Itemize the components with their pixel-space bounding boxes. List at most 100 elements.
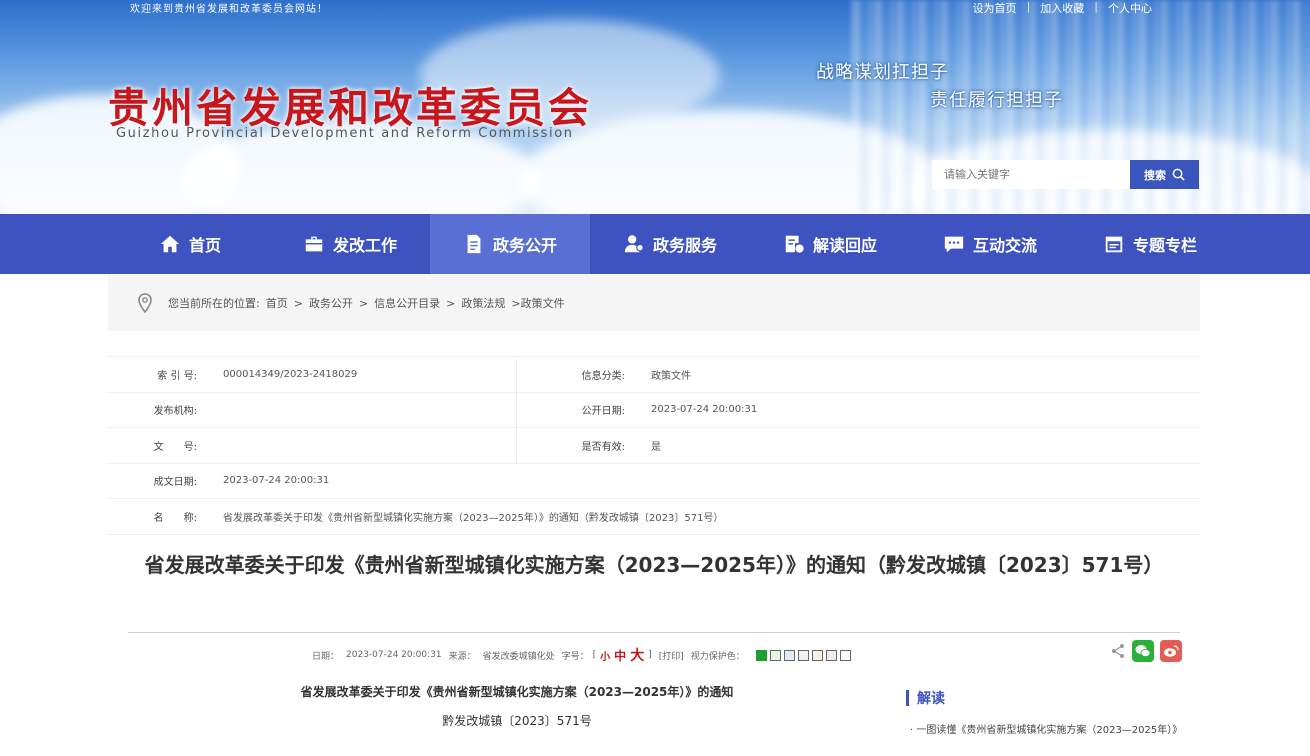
source-label: 来源： [448, 651, 476, 662]
document-meta-table: 索 引 号: 000014349/2023-2418029 信息分类: 政策文件… [108, 356, 1200, 535]
meta-row: 索 引 号: 000014349/2023-2418029 信息分类: 政策文件 [108, 357, 1200, 393]
eye-care-color-option[interactable] [783, 649, 795, 661]
meta-value-open-date: 2023-07-24 20:00:31 [651, 404, 758, 416]
meta-row: 名 称: 省发展改革委关于印发《贵州省新型城镇化实施方案（2023—2025年）… [108, 499, 1200, 535]
meta-value-valid: 是 [651, 441, 661, 453]
breadcrumb: 您当前所在的位置: 首页 > 政务公开 > 信息公开目录 > 政策法规 >政策文… [108, 275, 1200, 331]
nav-item-label: 首页 [188, 236, 221, 255]
meta-value-doc-no [223, 428, 516, 463]
site-title[interactable]: 贵州省发展和改革委员会 [108, 74, 592, 134]
nav-item-interaction[interactable]: 互动交流 [910, 214, 1070, 274]
slogan-line-2: 责任履行担担子 [930, 90, 1063, 111]
nav-item-label: 互动交流 [972, 236, 1037, 255]
eye-care-color-option[interactable] [797, 649, 809, 661]
article-info-bar: 日期： 2023-07-24 20:00:31 来源： 省发改委城镇化处 字号：… [312, 645, 851, 665]
breadcrumb-item-policy-docs[interactable]: >政策文件 [511, 295, 564, 311]
eye-care-color-option[interactable] [769, 649, 781, 661]
document-icon [467, 234, 481, 254]
meta-label-doc-no: 文 号: [153, 441, 197, 453]
nav-item-label: 发改工作 [332, 236, 397, 255]
eye-care-color-option[interactable] [811, 649, 823, 661]
nav-item-work[interactable]: 发改工作 [270, 214, 430, 274]
main-nav: 首页 发改工作 政务公开 政务服务 解读回应 互动交流 专题专栏 [0, 214, 1310, 274]
site-subtitle: Guizhou Provincial Development and Refor… [116, 126, 574, 141]
meta-row: 成文日期: 2023-07-24 20:00:31 [108, 464, 1200, 499]
nav-item-interpretation[interactable]: 解读回应 [750, 214, 910, 274]
font-size-small[interactable]: 小 [600, 648, 610, 663]
font-size-bracket: ] [648, 650, 652, 660]
meta-value-index: 000014349/2023-2418029 [223, 368, 358, 380]
nav-item-home[interactable]: 首页 [110, 214, 270, 274]
eye-care-colors [755, 649, 851, 661]
font-size-medium[interactable]: 中 [614, 647, 626, 664]
search-box: 搜索 [932, 160, 1199, 189]
font-size-bracket: [ [592, 650, 597, 660]
set-homepage-link[interactable]: 设为首页 [973, 0, 1017, 16]
breadcrumb-prefix: 您当前所在的位置: [168, 297, 260, 310]
meta-value-publisher [223, 393, 516, 428]
location-pin-icon [138, 293, 152, 313]
nav-item-label: 政务公开 [492, 236, 557, 255]
calendar-icon [1105, 236, 1123, 253]
eye-care-color-option[interactable] [825, 649, 837, 661]
personal-center-link[interactable]: 个人中心 [1108, 0, 1152, 16]
wechat-share-button[interactable] [1132, 640, 1154, 662]
meta-label-publisher: 发布机构: [153, 406, 197, 418]
meta-value-written-date: 2023-07-24 20:00:31 [223, 475, 330, 487]
link-separator: | [1026, 0, 1031, 13]
breadcrumb-item-catalog[interactable]: 信息公开目录 [374, 295, 440, 311]
breadcrumb-item-regulations[interactable]: 政策法规 [461, 295, 505, 311]
weibo-share-button[interactable] [1160, 640, 1182, 662]
nav-item-service[interactable]: 政务服务 [590, 214, 750, 274]
document-heading: 省发展改革委关于印发《贵州省新型城镇化实施方案（2023—2025年）》的通知 [300, 685, 734, 699]
search-icon [1172, 168, 1185, 181]
eye-care-color-option[interactable] [839, 649, 851, 661]
top-links: 设为首页 | 加入收藏 | 个人中心 [973, 0, 1152, 16]
article-title: 省发展改革委关于印发《贵州省新型城镇化实施方案（2023—2025年）》的通知（… [144, 553, 1164, 577]
meta-label-index: 索 引 号: [157, 370, 197, 382]
site-header: 欢迎来到贵州省发展和改革委员会网站！ 设为首页 | 加入收藏 | 个人中心 贵州… [0, 0, 1310, 214]
meta-label-name: 名 称: [153, 512, 197, 524]
meta-label-open-date: 公开日期: [516, 392, 651, 427]
chart-doc-icon [785, 235, 804, 253]
meta-label-valid: 是否有效: [516, 428, 651, 463]
interpretation-heading-label: 解读 [917, 691, 945, 707]
add-favorite-link[interactable]: 加入收藏 [1040, 0, 1084, 16]
print-link[interactable]: [打印] [659, 649, 684, 662]
interpretation-heading: 解读 [906, 688, 945, 708]
user-service-icon [624, 235, 644, 253]
meta-label-written-date: 成文日期: [153, 477, 197, 489]
date-value: 2023-07-24 20:00:31 [346, 650, 442, 660]
nav-item-label: 解读回应 [812, 236, 877, 255]
breadcrumb-item-home[interactable]: 首页 [266, 295, 288, 311]
eye-care-color-option[interactable] [755, 649, 767, 661]
search-button-label: 搜索 [1144, 168, 1166, 182]
share-icon[interactable] [1110, 643, 1126, 659]
interpretation-link[interactable]: · 一图读懂《贵州省新型城镇化实施方案（2023—2025年）》 [910, 722, 1192, 740]
source-value: 省发改委城镇化处 [482, 651, 555, 662]
meta-value-name: 省发展改革委关于印发《贵州省新型城镇化实施方案（2023—2025年）》的通知（… [223, 512, 724, 524]
breadcrumb-separator: > [358, 296, 369, 310]
document-number: 黔发改城镇〔2023〕571号 [442, 714, 592, 728]
briefcase-icon [305, 236, 323, 252]
nav-item-special[interactable]: 专题专栏 [1070, 214, 1230, 274]
meta-label-category: 信息分类: [516, 357, 651, 392]
chat-icon [944, 236, 964, 253]
nav-item-label: 政务服务 [652, 236, 717, 255]
font-size-large[interactable]: 大 [630, 645, 644, 665]
nav-item-gov-affairs[interactable]: 政务公开 [430, 214, 590, 274]
date-label: 日期： [312, 651, 340, 662]
nav-item-label: 专题专栏 [1132, 236, 1197, 255]
meta-row: 发布机构: 公开日期: 2023-07-24 20:00:31 [108, 392, 1200, 428]
heading-accent-bar [906, 690, 909, 706]
meta-value-category: 政策文件 [651, 370, 691, 382]
font-size-label: 字号： [561, 651, 589, 662]
title-divider [128, 632, 1180, 633]
weibo-icon [1164, 645, 1179, 657]
breadcrumb-item-gov-affairs[interactable]: 政务公开 [309, 295, 353, 311]
search-button[interactable]: 搜索 [1130, 160, 1199, 189]
link-separator: | [1094, 0, 1098, 13]
search-input[interactable] [932, 160, 1130, 189]
share-bar [1110, 640, 1182, 662]
wechat-icon [1135, 645, 1151, 657]
